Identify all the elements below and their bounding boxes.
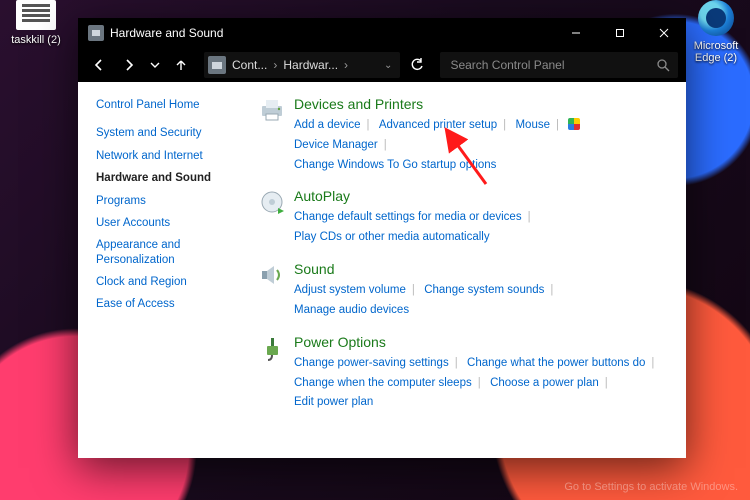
link-manage-audio[interactable]: Manage audio devices bbox=[294, 304, 409, 316]
chevron-down-icon[interactable]: ⌄ bbox=[380, 60, 396, 71]
desktop-icon-taskkill[interactable]: taskkill (2) bbox=[6, 0, 66, 46]
category-title[interactable]: Power Options bbox=[294, 334, 670, 350]
category-title[interactable]: Devices and Printers bbox=[294, 96, 670, 112]
category-title[interactable]: AutoPlay bbox=[294, 188, 670, 204]
link-autoplay-defaults[interactable]: Change default settings for media or dev… bbox=[294, 211, 522, 223]
sidebar-item-appearance[interactable]: Appearance and Personalization bbox=[96, 238, 244, 267]
search-icon bbox=[656, 58, 670, 72]
maximize-button[interactable] bbox=[598, 18, 642, 48]
breadcrumb-seg[interactable]: Hardwar... bbox=[283, 58, 338, 72]
search-box[interactable] bbox=[440, 52, 678, 78]
printer-icon bbox=[258, 96, 288, 174]
titlebar: Hardware and Sound bbox=[78, 18, 686, 48]
forward-button[interactable] bbox=[116, 52, 142, 78]
sidebar-home[interactable]: Control Panel Home bbox=[96, 98, 244, 112]
category-autoplay: AutoPlay Change default settings for med… bbox=[258, 188, 670, 247]
sidebar-item-user-accounts[interactable]: User Accounts bbox=[96, 216, 244, 230]
sidebar-item-clock-region[interactable]: Clock and Region bbox=[96, 275, 244, 289]
link-play-cds[interactable]: Play CDs or other media automatically bbox=[294, 231, 490, 243]
autoplay-icon bbox=[258, 188, 288, 247]
chevron-right-icon[interactable]: › bbox=[340, 58, 352, 72]
sidebar-item-network-internet[interactable]: Network and Internet bbox=[96, 149, 244, 163]
search-input[interactable] bbox=[448, 57, 650, 73]
link-mouse[interactable]: Mouse bbox=[515, 119, 550, 131]
power-icon bbox=[258, 334, 288, 412]
link-windows-to-go[interactable]: Change Windows To Go startup options bbox=[294, 159, 496, 171]
link-adjust-volume[interactable]: Adjust system volume bbox=[294, 284, 406, 296]
link-edit-plan[interactable]: Edit power plan bbox=[294, 396, 373, 408]
sidebar-item-system-security[interactable]: System and Security bbox=[96, 126, 244, 140]
link-power-saving[interactable]: Change power-saving settings bbox=[294, 357, 449, 369]
minimize-button[interactable] bbox=[554, 18, 598, 48]
toolbar: Cont... › Hardwar... › ⌄ bbox=[78, 48, 686, 82]
recent-locations-button[interactable] bbox=[146, 52, 164, 78]
link-choose-plan[interactable]: Choose a power plan bbox=[490, 377, 599, 389]
breadcrumb[interactable]: Cont... › Hardwar... › ⌄ bbox=[204, 52, 400, 78]
breadcrumb-seg[interactable]: Cont... bbox=[232, 58, 267, 72]
control-panel-window: Hardware and Sound Cont... › Hardwar... … bbox=[78, 18, 686, 458]
link-computer-sleeps[interactable]: Change when the computer sleeps bbox=[294, 377, 472, 389]
shield-icon bbox=[568, 118, 580, 130]
desktop-icon-edge[interactable]: Microsoft Edge (2) bbox=[686, 0, 746, 64]
activation-watermark: Go to Settings to activate Windows. bbox=[564, 481, 738, 494]
control-panel-icon bbox=[208, 56, 226, 74]
desktop-icon-label: taskkill (2) bbox=[6, 34, 66, 46]
control-panel-icon bbox=[88, 25, 104, 41]
refresh-button[interactable] bbox=[404, 52, 430, 78]
sidebar-item-hardware-sound[interactable]: Hardware and Sound bbox=[96, 171, 244, 185]
sidebar: Control Panel Home System and Security N… bbox=[78, 82, 254, 458]
link-device-manager[interactable]: Device Manager bbox=[294, 139, 378, 151]
link-power-buttons[interactable]: Change what the power buttons do bbox=[467, 357, 645, 369]
speaker-icon bbox=[258, 261, 288, 320]
sidebar-item-programs[interactable]: Programs bbox=[96, 194, 244, 208]
back-button[interactable] bbox=[86, 52, 112, 78]
file-icon bbox=[16, 0, 56, 30]
close-button[interactable] bbox=[642, 18, 686, 48]
link-add-device[interactable]: Add a device bbox=[294, 119, 361, 131]
category-devices-printers: Devices and Printers Add a device| Advan… bbox=[258, 96, 670, 174]
link-change-sounds[interactable]: Change system sounds bbox=[424, 284, 544, 296]
link-advanced-printer-setup[interactable]: Advanced printer setup bbox=[379, 119, 497, 131]
category-sound: Sound Adjust system volume| Change syste… bbox=[258, 261, 670, 320]
desktop-icon-label: Microsoft Edge (2) bbox=[686, 40, 746, 64]
chevron-right-icon[interactable]: › bbox=[269, 58, 281, 72]
up-button[interactable] bbox=[168, 52, 194, 78]
category-power-options: Power Options Change power-saving settin… bbox=[258, 334, 670, 412]
sidebar-item-ease-of-access[interactable]: Ease of Access bbox=[96, 297, 244, 311]
category-title[interactable]: Sound bbox=[294, 261, 670, 277]
edge-icon bbox=[698, 0, 734, 36]
window-title: Hardware and Sound bbox=[110, 26, 223, 40]
main-content: Devices and Printers Add a device| Advan… bbox=[254, 82, 686, 458]
